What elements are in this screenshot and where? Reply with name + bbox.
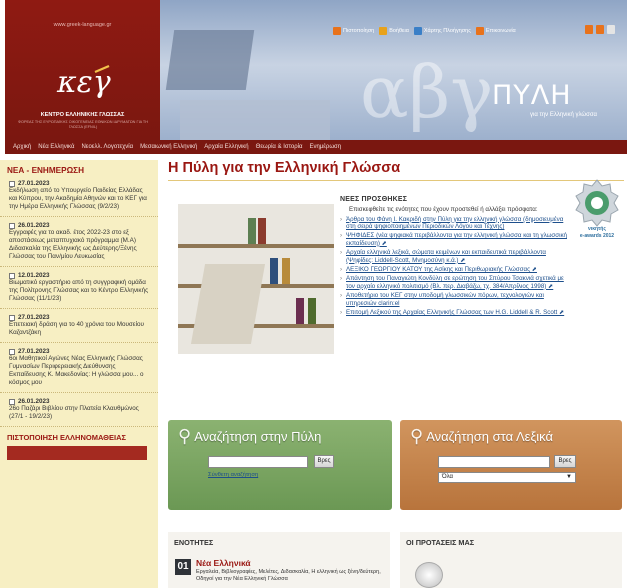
- section-title[interactable]: Νέα Ελληνικά: [196, 558, 251, 568]
- main-nav: Αρχική Νέα Ελληνικά Νεοελλ. Λογοτεχνία Μ…: [5, 140, 627, 154]
- portal-search-box: ⚲ Αναζήτηση στην Πύλη Βρες Σύνθετη αναζήτ…: [168, 420, 392, 510]
- dictionary-search-input[interactable]: [438, 456, 550, 468]
- dictionary-search-box: ⚲ Αναζήτηση στα Λεξικά Βρες Όλα ▼: [400, 420, 622, 510]
- e-awards-medal-icon[interactable]: νικητής e-awards 2012: [572, 178, 622, 242]
- flag-icon[interactable]: [585, 25, 593, 34]
- banner-monitor-image: [165, 30, 255, 90]
- calendar-icon: [9, 272, 15, 279]
- certification-banner[interactable]: [7, 446, 147, 460]
- portal-subtitle: για την Ελληνική γλώσσα: [530, 112, 597, 118]
- portal-search-title: Αναζήτηση στην Πύλη: [194, 429, 322, 444]
- nav-news[interactable]: Ενημέρωση: [309, 144, 341, 150]
- news-item[interactable]: 12.01.2023 Βιωματικό εργαστήριο από τη συ…: [0, 267, 158, 309]
- help-icon: [379, 27, 388, 35]
- page: www.greek-language.gr κεγ ΚΕΝΤΡΟ ΕΛΛΗΝΙΚ…: [0, 0, 627, 588]
- sections-heading: ΕΝΟΤΗΤΕΣ: [174, 538, 214, 547]
- nav-literature[interactable]: Νεοελλ. Λογοτεχνία: [81, 144, 133, 150]
- calendar-icon: [9, 398, 15, 405]
- calendar-icon: [9, 348, 15, 355]
- news-sidebar: ΝΕΑ - ΕΝΗΜΕΡΩΣΗ 27.01.2023 Εκδήλωση από τ…: [0, 160, 158, 588]
- nav-theory[interactable]: Θεωρία & Ιστορία: [256, 144, 303, 150]
- dictionary-select[interactable]: Όλα ▼: [438, 472, 576, 483]
- nav-ancient[interactable]: Αρχαία Ελληνική: [204, 144, 248, 150]
- top-link-certification[interactable]: Πιστοποίηση: [333, 27, 374, 35]
- sitemap-icon: [413, 27, 422, 35]
- top-link-sitemap[interactable]: Χάρτης Πλοήγησης: [413, 27, 471, 35]
- nav-modern-greek[interactable]: Νέα Ελληνικά: [38, 144, 74, 150]
- center-subtitle: ΦΟΡΕΑΣ ΤΗΣ ΕΥΡΩΠΑΪΚΗΣ ΟΙΚΟΓΕΝΕΙΑΣ ΕΘΝΙΚΩ…: [17, 120, 148, 129]
- dictionary-search-button[interactable]: Βρες: [554, 455, 576, 468]
- dictionary-search-title: Αναζήτηση στα Λεξικά: [426, 429, 554, 444]
- top-link-help[interactable]: Βοήθεια: [379, 27, 409, 35]
- flag-icon[interactable]: [596, 25, 604, 34]
- advanced-search-link[interactable]: Σύνθετη αναζήτηση: [208, 472, 258, 478]
- nav-home[interactable]: Αρχική: [13, 144, 31, 150]
- new-addition-link[interactable]: Αρχαία ελληνικά λεξικά, σώματα κειμένων …: [340, 249, 568, 264]
- new-addition-link[interactable]: Επιτομή Λεξικού της Αρχαίας Ελληνικής Γλ…: [340, 309, 568, 317]
- news-item[interactable]: 26.01.2023 Εγγραφές για το ακαδ. έτος 202…: [0, 217, 158, 267]
- library-photo: [178, 204, 334, 354]
- nav-medieval[interactable]: Μεσαιωνική Ελληνική: [140, 144, 197, 150]
- new-addition-link[interactable]: Άρθρα του Φάνη Ι. Κακριδή στην Πύλη για …: [340, 216, 568, 231]
- calendar-icon: [9, 222, 15, 229]
- news-item[interactable]: 27.01.2023 6οι Μαθητικοί Αγώνες Νέας Ελλη…: [0, 343, 158, 393]
- certification-icon: [333, 27, 341, 35]
- portal-search-input[interactable]: [208, 456, 308, 468]
- svg-text:κεγ: κεγ: [56, 65, 111, 100]
- medal-line1: νικητής: [588, 226, 606, 232]
- banner-keyboard-image: [180, 100, 330, 140]
- brand-block[interactable]: www.greek-language.gr κεγ ΚΕΝΤΡΟ ΕΛΛΗΝΙΚ…: [5, 0, 160, 145]
- banner-glyphs: αβγ: [360, 50, 494, 134]
- portal-title: ΠΥΛΗ: [492, 80, 572, 111]
- page-title: Η Πύλη για την Ελληνική Γλώσσα: [168, 160, 401, 176]
- center-name: ΚΕΝΤΡΟ ΕΛΛΗΝΙΚΗΣ ΓΛΩΣΣΑΣ: [40, 112, 125, 118]
- news-item[interactable]: 26.01.2023 26ο Παζάρι Βιβλίου στην Πλατεί…: [0, 393, 158, 427]
- calendar-icon: [9, 314, 15, 321]
- sections-panel: ΕΝΟΤΗΤΕΣ 01 Νέα Ελληνικά Εργαλεία, Βιβλι…: [168, 532, 390, 588]
- flag-icon[interactable]: [607, 25, 615, 34]
- new-addition-link[interactable]: Αποθετήριο του ΚΕΓ στην υποδομή γλωσσικώ…: [340, 292, 568, 307]
- new-additions-heading: ΝΕΕΣ ΠΡΟΣΘΗΚΕΣ: [340, 196, 408, 203]
- new-addition-link[interactable]: Απάντηση του Παναγιώτη Κονδύλη σε ερώτησ…: [340, 275, 568, 290]
- sidebar-heading: ΝΕΑ - ΕΝΗΜΕΡΩΣΗ: [7, 166, 84, 175]
- header-banner: αβγ: [160, 0, 627, 145]
- suggestions-heading: ΟΙ ΠΡΟΤΑΣΕΙΣ ΜΑΣ: [406, 538, 475, 547]
- news-item[interactable]: 27.01.2023 Επετειακή δράση για το 40 χρόν…: [0, 309, 158, 343]
- keg-logo-icon: κεγ: [56, 64, 111, 100]
- calendar-icon: [9, 180, 15, 187]
- title-divider: [168, 180, 624, 181]
- search-icon: ⚲: [410, 426, 424, 446]
- ornament-image[interactable]: [415, 562, 443, 588]
- medal-line2: e-awards 2012: [580, 233, 614, 239]
- suggestions-panel: ΟΙ ΠΡΟΤΑΣΕΙΣ ΜΑΣ: [400, 532, 622, 588]
- new-additions-intro: Επισκεφθείτε τις ενότητες που έχουν προσ…: [349, 206, 538, 213]
- top-links: Πιστοποίηση Βοήθεια Χάρτης Πλοήγησης Επι…: [333, 25, 516, 37]
- section-description: Εργαλεία, Βιβλιογραφίες, Μελέτες, Διδασκ…: [196, 569, 381, 582]
- language-icons: [585, 25, 615, 34]
- new-addition-link[interactable]: ΨΗΦΙΔΕΣ (νέα ψηφιακά περιβάλλοντα για τη…: [340, 232, 568, 247]
- section-number: 01: [175, 559, 191, 575]
- contact-icon: [475, 27, 484, 35]
- portal-search-button[interactable]: Βρες: [314, 455, 334, 468]
- search-icon: ⚲: [178, 426, 192, 446]
- news-item[interactable]: 27.01.2023 Εκδήλωση από το Υπουργείο Παιδ…: [0, 175, 158, 217]
- new-addition-link[interactable]: ΛΕΞΙΚΟ ΓΕΩΡΓΙΟΥ ΚΑΤΟΥ της Ασίκης και Περ…: [340, 266, 568, 274]
- chevron-down-icon: ▼: [566, 474, 572, 480]
- new-additions: ΝΕΕΣ ΠΡΟΣΘΗΚΕΣ Επισκεφθείτε τις ενότητες…: [340, 196, 568, 318]
- certification-heading[interactable]: ΠΙΣΤΟΠΟΙΗΣΗ ΕΛΛΗΝΟΜΑΘΕΙΑΣ: [0, 427, 158, 442]
- site-url[interactable]: www.greek-language.gr: [5, 22, 160, 28]
- top-link-contact[interactable]: Επικοινωνία: [475, 27, 516, 35]
